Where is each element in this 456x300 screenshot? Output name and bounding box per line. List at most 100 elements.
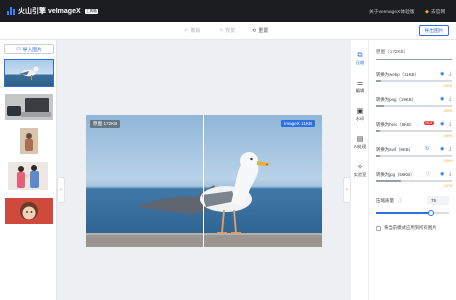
thumb-portrait[interactable] [20,128,38,154]
quality-input[interactable]: 75 [427,196,449,205]
quality-slider-fill [376,212,431,214]
undo-icon: ↶ [184,27,189,34]
tool-ai-label: AI处理 [353,144,367,149]
top-bar: 火山引擎 veImageX 工具箱 关于veImageX体验版 ◆ 去官网 [0,0,456,22]
thumb-laptop[interactable] [5,94,53,120]
format-label: 转换为avif（8KB） [376,147,414,152]
import-button[interactable]: ▭ 导入图片 [4,44,54,54]
tool-compress-label: 压缩 [355,60,365,65]
saving-percent: -95% [443,133,453,138]
original-size-chip: 原图 172KB [90,120,121,128]
toolbar: ↶ 撤销 ↷ 恢复 ⟲ 重置 导出图片 [0,22,456,40]
tool-lab[interactable]: ✧ 实验室 [351,164,369,178]
redo-label: 恢复 [225,28,236,34]
tool-watermark-label: 水印 [355,116,365,121]
format-option-webp[interactable]: 转换为webp（11KB） ◉ ⤓ -94% [376,71,453,90]
chevron-right-icon: › [346,187,348,193]
saving-percent: -67% [443,183,453,188]
undo-button[interactable]: ↶ 撤销 [184,27,201,35]
export-button[interactable]: 导出图片 [419,25,449,36]
size-bar-fill [376,180,402,182]
preview-eye-icon[interactable]: ◉ [440,171,444,177]
processed-size-chip: ImageX 11KB [281,120,316,127]
collapse-left-handle[interactable]: ‹ [57,177,65,203]
format-label: 转换为jpg（56KB） [376,172,415,177]
size-bar-track [376,155,452,157]
compress-icon: ⧉ [357,52,363,59]
original-size-bar [376,59,452,60]
reset-label: 重置 [258,28,269,34]
about-link[interactable]: 关于veImageX体验版 [369,8,415,15]
tool-compress[interactable]: ⧉ 压缩 [351,52,369,66]
quality-help-icon[interactable]: ⓘ [398,198,403,204]
tool-edit-label: 编辑 [355,88,365,93]
watermark-icon: ▣ [356,108,364,115]
hot-badge: HOT [424,121,435,125]
app-badge: 工具箱 [84,8,99,14]
download-icon[interactable]: ⤓ [449,146,451,152]
ai-icon: ▤ [356,136,364,143]
brand-logo[interactable]: 火山引擎 veImageX 工具箱 [7,6,99,16]
download-icon[interactable]: ⤓ [449,71,451,77]
download-icon[interactable]: ⤓ [449,121,451,127]
format-label: 转换为heic（8KB） [376,122,415,127]
edit-icon: ⚌ [356,80,364,87]
thumb-family[interactable] [8,162,48,190]
tool-lab-label: 实验室 [353,172,367,177]
size-bar-track [376,130,452,132]
undo-label: 撤销 [190,28,201,34]
download-icon[interactable]: ⤓ [449,171,451,177]
tool-edit[interactable]: ⚌ 编辑 [351,80,369,94]
website-icon: ◆ [425,8,429,15]
thumb-seagull[interactable] [4,59,54,87]
redo-button[interactable]: ↷ 恢复 [219,27,236,35]
chevron-left-icon: ‹ [60,187,62,193]
help-icon[interactable]: ⓘ [426,171,431,177]
preview-eye-icon[interactable]: ◉ [440,96,444,102]
quality-label: 压缩质量 [376,198,394,203]
preview-eye-icon[interactable]: ◉ [440,146,444,152]
format-label: 转换为webp（11KB） [376,72,419,77]
saving-percent: -89% [443,108,453,113]
compress-panel: 原图（172KB） 转换为webp（11KB） ◉ ⤓ -94% 转换为png（… [369,40,456,300]
format-option-jpg[interactable]: 转换为jpg（56KB） ⓘ ◉ ⤓ -67% [376,171,453,190]
apply-all-checkbox[interactable] [376,225,381,231]
import-label: 导入图片 [22,47,42,53]
tool-rail: ⧉ 压缩 ⚌ 编辑 ▣ 水印 ▤ AI处理 ✧ 实验室 [351,40,369,300]
format-label: 转换为png（19KB） [376,97,417,102]
size-bar-fill [376,105,385,107]
app-title: 火山引擎 veImageX [18,8,81,15]
monitor-icon: ▭ [16,46,21,52]
compare-divider[interactable] [203,115,204,247]
lab-icon: ✧ [357,164,363,171]
size-bar-fill [376,155,380,157]
reset-icon: ⟲ [252,27,257,34]
redo-icon: ↷ [219,27,224,34]
website-link-label: 去官网 [430,10,446,15]
image-list-panel: ▭ 导入图片 [0,40,57,300]
saving-percent: -94% [443,83,453,88]
collapse-right-handle[interactable]: › [343,177,351,203]
saving-percent: -95% [443,158,453,163]
preview-eye-icon[interactable]: ◉ [440,71,444,77]
apply-all-label: 将当前模式应用到所有图片 [384,225,437,230]
format-option-avif[interactable]: 转换为avif（8KB） ↻ ◉ ⤓ -95% [376,146,453,165]
website-link[interactable]: ◆ 去官网 [425,8,446,16]
preview-eye-icon[interactable]: ◉ [440,121,444,127]
original-size-label: 原图（172KB） [376,49,409,54]
size-bar-track [376,105,452,107]
tool-ai[interactable]: ▤ AI处理 [351,136,369,150]
preview-image [86,115,322,247]
size-bar-fill [376,130,380,132]
thumb-cartoon[interactable] [5,198,53,224]
tool-watermark[interactable]: ▣ 水印 [351,108,369,122]
size-bar-fill [376,80,381,82]
apply-all-checkbox-row[interactable]: 将当前模式应用到所有图片 [376,225,437,231]
download-icon[interactable]: ⤓ [449,96,451,102]
format-option-png[interactable]: 转换为png（19KB） ◉ ⤓ -89% [376,96,453,115]
quality-slider-handle[interactable] [427,209,434,216]
volcano-logo-icon [7,7,15,15]
reset-button[interactable]: ⟲ 重置 [252,27,269,35]
format-option-heic[interactable]: 转换为heic（8KB） HOT ◉ ⤓ -95% [376,121,453,140]
loading-spinner-icon: ↻ [425,146,430,152]
